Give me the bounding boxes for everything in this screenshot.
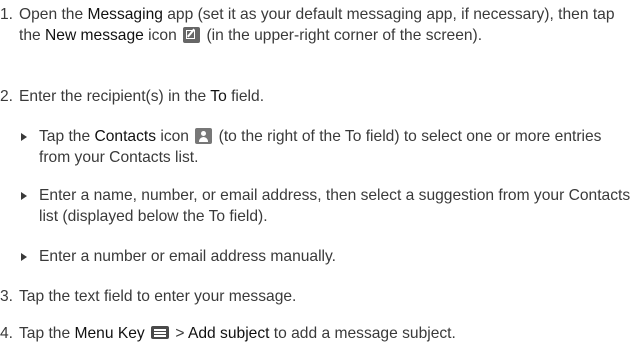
step-number: 1. xyxy=(0,6,14,23)
instructions-page: 1. Open the Messaging app (set it as you… xyxy=(0,0,634,342)
new-message-label: New message xyxy=(45,27,144,44)
bullet-arrow-icon xyxy=(21,192,27,200)
contacts-icon xyxy=(195,128,213,144)
new-message-icon xyxy=(183,27,201,43)
step-3: 3. Tap the text field to enter your mess… xyxy=(0,288,297,305)
bullet-enter-name: Enter a name, number, or email address, … xyxy=(0,185,634,227)
to-field-label: To xyxy=(210,88,227,105)
bullet-arrow-icon xyxy=(21,253,27,261)
step-number: 4. xyxy=(0,325,14,342)
step-number: 3. xyxy=(0,288,14,305)
bullet-arrow-icon xyxy=(21,133,27,141)
step-1: 1. Open the Messaging app (set it as you… xyxy=(0,6,615,44)
contacts-label: Contacts xyxy=(94,128,157,145)
step-number: 2. xyxy=(0,88,14,105)
bullet-contacts: Tap the Contacts icon (to the right of t… xyxy=(0,126,634,168)
step-2: 2. Enter the recipient(s) in the To fiel… xyxy=(0,88,265,105)
add-subject-label: Add subject xyxy=(187,325,270,342)
app-name-messaging: Messaging xyxy=(87,6,163,23)
menu-key-label: Menu Key xyxy=(74,325,145,342)
bullet-enter-number: Enter a number or email address manually… xyxy=(0,246,634,267)
menu-key-icon xyxy=(151,326,170,339)
step-4: 4. Tap the Menu Key > Add subject to add… xyxy=(0,325,456,342)
